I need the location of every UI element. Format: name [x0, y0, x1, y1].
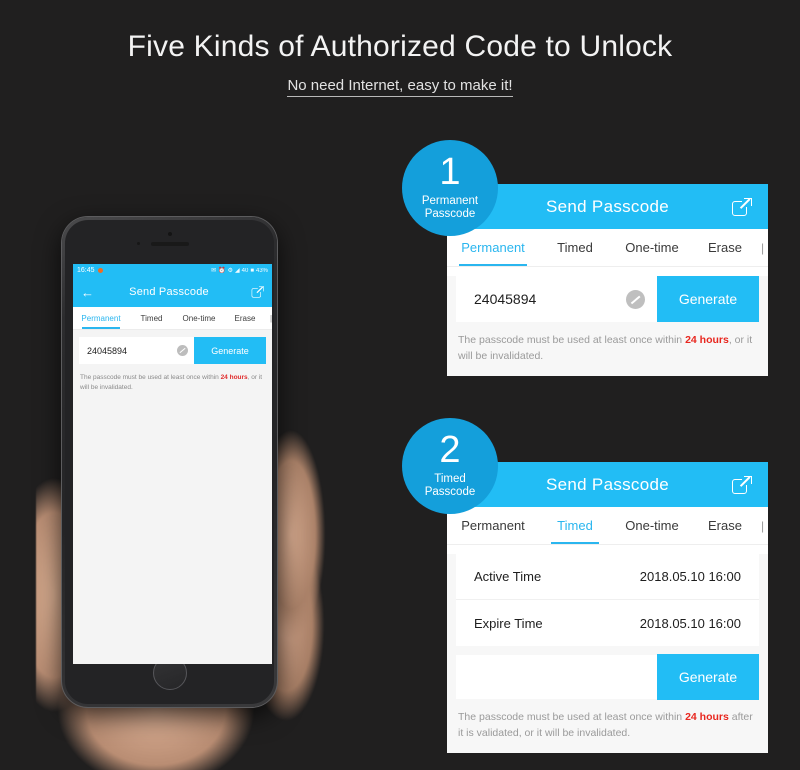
phone-generate-button[interactable]: Generate [194, 337, 266, 364]
panel2-expire-time-value: 2018.05.10 16:00 [639, 615, 741, 631]
battery-label: 43% [255, 267, 268, 274]
panel1-passcode-value[interactable]: 24045894 [456, 291, 626, 307]
panel1-title: Send Passcode [546, 196, 669, 216]
badge-label-line1: Timed [434, 472, 466, 485]
page-title: Five Kinds of Authorized Code to Unlock [127, 30, 673, 63]
panel2-expire-time-row[interactable]: Expire Time 2018.05.10 16:00 [456, 600, 759, 646]
panel2-note-highlight: 24 hours [685, 711, 729, 723]
back-arrow-icon[interactable]: ← [81, 286, 94, 299]
phone-passcode-value[interactable]: 24045894 [79, 346, 177, 356]
panel-timed-passcode: Send Passcode Permanent Timed One-time E… [447, 462, 768, 753]
phone-tab-timed[interactable]: Timed [129, 307, 174, 329]
panel-permanent-passcode: Send Passcode Permanent Timed One-time E… [447, 184, 768, 376]
panel1-note: The passcode must be used at least once … [447, 322, 768, 376]
smartphone-device: 16:45 ✉ ⏰ ⚙ ◢ 40 ■ 43% ← Send Passcode P… [62, 217, 277, 707]
panel1-tab-overflow[interactable]: | [757, 229, 768, 266]
status-indicator-dot [97, 268, 103, 273]
panel1-passcode-row: 24045894 Generate [456, 276, 759, 322]
badge-label-line1: Permanent [421, 194, 479, 207]
phone-screen: 16:45 ✉ ⏰ ⚙ ◢ 40 ■ 43% ← Send Passcode P… [73, 264, 272, 664]
phone-tab-permanent[interactable]: Permanent [73, 307, 129, 329]
panel2-tab-erase[interactable]: Erase [693, 507, 757, 544]
badge-label-line2: Passcode [424, 207, 476, 220]
status-time: 16:45 [77, 267, 95, 274]
panel1-note-highlight: 24 hours [685, 334, 729, 346]
panel1-tab-erase[interactable]: Erase [693, 229, 757, 266]
wifi-icon: ◢ [235, 268, 240, 274]
front-camera-icon [167, 232, 172, 236]
phone-note-highlight: 24 hours [220, 374, 248, 381]
panel2-tab-bar: Permanent Timed One-time Erase | [447, 507, 768, 545]
phone-note: The passcode must be used at least once … [80, 373, 265, 393]
phone-tab-bar: Permanent Timed One-time Erase | [73, 307, 272, 330]
panel2-expire-time-label: Expire Time [474, 615, 543, 631]
signal-strength-label: 40 [241, 267, 249, 274]
badge-timed-passcode: 2 Timed Passcode [402, 418, 498, 514]
phone-tab-erase[interactable]: Erase [224, 307, 266, 329]
panel2-note-prefix: The passcode must be used at least once … [458, 711, 686, 723]
panel2-generate-button[interactable]: Generate [657, 654, 759, 700]
sms-icon: ✉ [211, 268, 217, 274]
hero-section: Five Kinds of Authorized Code to Unlock … [0, 0, 800, 97]
earpiece-speaker [150, 242, 189, 246]
page-root: Five Kinds of Authorized Code to Unlock … [0, 0, 800, 770]
badge-number: 2 [439, 429, 461, 472]
panel2-active-time-value: 2018.05.10 16:00 [639, 569, 741, 584]
alarm-icon: ⏰ [218, 268, 226, 274]
phone-app-title: Send Passcode [129, 286, 209, 298]
battery-icon: ■ [250, 267, 254, 274]
phone-in-hand: 16:45 ✉ ⏰ ⚙ ◢ 40 ■ 43% ← Send Passcode P… [36, 195, 340, 770]
panel2-active-time-row[interactable]: Active Time 2018.05.10 16:00 [456, 554, 759, 600]
panel1-tab-timed[interactable]: Timed [539, 229, 611, 266]
external-link-icon[interactable] [732, 196, 752, 217]
panel2-title: Send Passcode [546, 474, 669, 494]
panel2-tab-overflow[interactable]: | [757, 507, 768, 544]
phone-tab-overflow[interactable]: | [266, 307, 272, 329]
panel1-note-prefix: The passcode must be used at least once … [458, 334, 686, 346]
badge-number: 1 [439, 151, 461, 194]
panel1-tab-bar: Permanent Timed One-time Erase | [447, 229, 768, 267]
panel2-active-time-label: Active Time [474, 569, 542, 584]
phone-passcode-row: 24045894 Generate [79, 337, 266, 364]
phone-note-prefix: The passcode must be used at least once … [80, 374, 221, 381]
external-link-icon[interactable] [251, 285, 264, 298]
phone-tab-one-time[interactable]: One-time [174, 307, 224, 329]
external-link-icon[interactable] [732, 474, 752, 495]
phone-status-bar: 16:45 ✉ ⏰ ⚙ ◢ 40 ■ 43% [73, 264, 272, 277]
edit-pencil-icon[interactable] [626, 289, 645, 309]
edit-pencil-icon[interactable] [177, 345, 188, 356]
panel2-tab-timed[interactable]: Timed [539, 507, 611, 544]
bluetooth-icon: ⚙ [227, 268, 234, 274]
panel2-note: The passcode must be used at least once … [447, 699, 768, 753]
proximity-sensor-icon [136, 242, 140, 245]
panel1-generate-button[interactable]: Generate [657, 276, 759, 322]
badge-label-line2: Passcode [424, 485, 476, 498]
panel1-body: 24045894 Generate The passcode must be u… [447, 276, 768, 376]
panel2-tab-one-time[interactable]: One-time [611, 507, 693, 544]
panel1-tab-one-time[interactable]: One-time [611, 229, 693, 266]
page-subtitle: No need Internet, easy to make it! [287, 77, 513, 97]
badge-permanent-passcode: 1 Permanent Passcode [402, 140, 498, 236]
phone-bezel: 16:45 ✉ ⏰ ⚙ ◢ 40 ■ 43% ← Send Passcode P… [65, 220, 274, 704]
panel2-generate-row: Generate [456, 654, 759, 700]
phone-app-bar: ← Send Passcode [73, 277, 272, 307]
panel2-body: Active Time 2018.05.10 16:00 Expire Time… [447, 554, 768, 753]
